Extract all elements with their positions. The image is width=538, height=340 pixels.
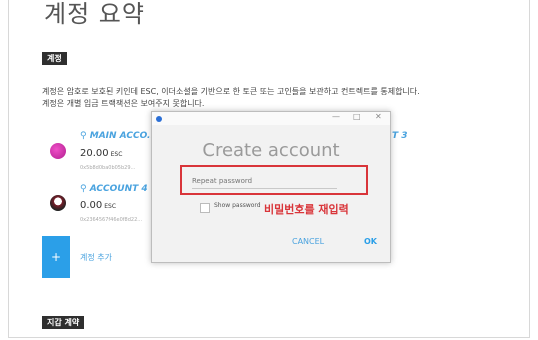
minimize-icon[interactable]: — (332, 112, 340, 121)
accounts-section-tag: 계정 (42, 52, 67, 65)
dialog-heading: Create account (202, 140, 340, 161)
account-name[interactable]: ⚲ ACCOUNT 4 (80, 184, 148, 194)
highlight-box (180, 165, 368, 195)
account-address: 0x5b8d0ba0b05b29... (80, 165, 136, 171)
accounts-description-line2: 계정은 개별 입금 트랙잭션은 보여주지 못합니다. (42, 99, 205, 108)
account-avatar-icon (50, 143, 66, 159)
account-balance: 20.00 ESC (80, 148, 123, 159)
ok-button[interactable]: OK (364, 237, 377, 246)
account-avatar-icon (50, 195, 66, 211)
key-icon: ⚲ (80, 184, 90, 194)
dialog-titlebar: — □ ✕ (152, 112, 390, 125)
page-title: 계정 요약 (44, 0, 145, 28)
annotation-text: 비밀번호를 재입력 (264, 203, 349, 216)
add-account-button[interactable]: + (42, 236, 70, 278)
show-password-label[interactable]: Show password (214, 202, 261, 209)
account-name[interactable]: ⚲ MAIN ACCO... (80, 131, 157, 141)
add-account-label[interactable]: 계정 추가 (80, 252, 112, 263)
key-icon: ⚲ (80, 131, 90, 141)
close-icon[interactable]: ✕ (375, 112, 382, 121)
account-name-partial[interactable]: T 3 (392, 131, 408, 141)
maximize-icon[interactable]: □ (353, 112, 361, 121)
account-balance: 0.00 ESC (80, 200, 117, 211)
app-icon (156, 116, 162, 122)
show-password-checkbox[interactable] (200, 203, 210, 213)
wallets-section-tag: 지갑 계약 (42, 316, 85, 329)
accounts-description-line1: 계정은 암호로 보호된 키인데 ESC, 이더소셜을 기반으로 한 토큰 또는 … (42, 87, 420, 96)
account-address: 0x2364567f46e0f8d22... (80, 217, 143, 223)
cancel-button[interactable]: CANCEL (292, 237, 324, 246)
